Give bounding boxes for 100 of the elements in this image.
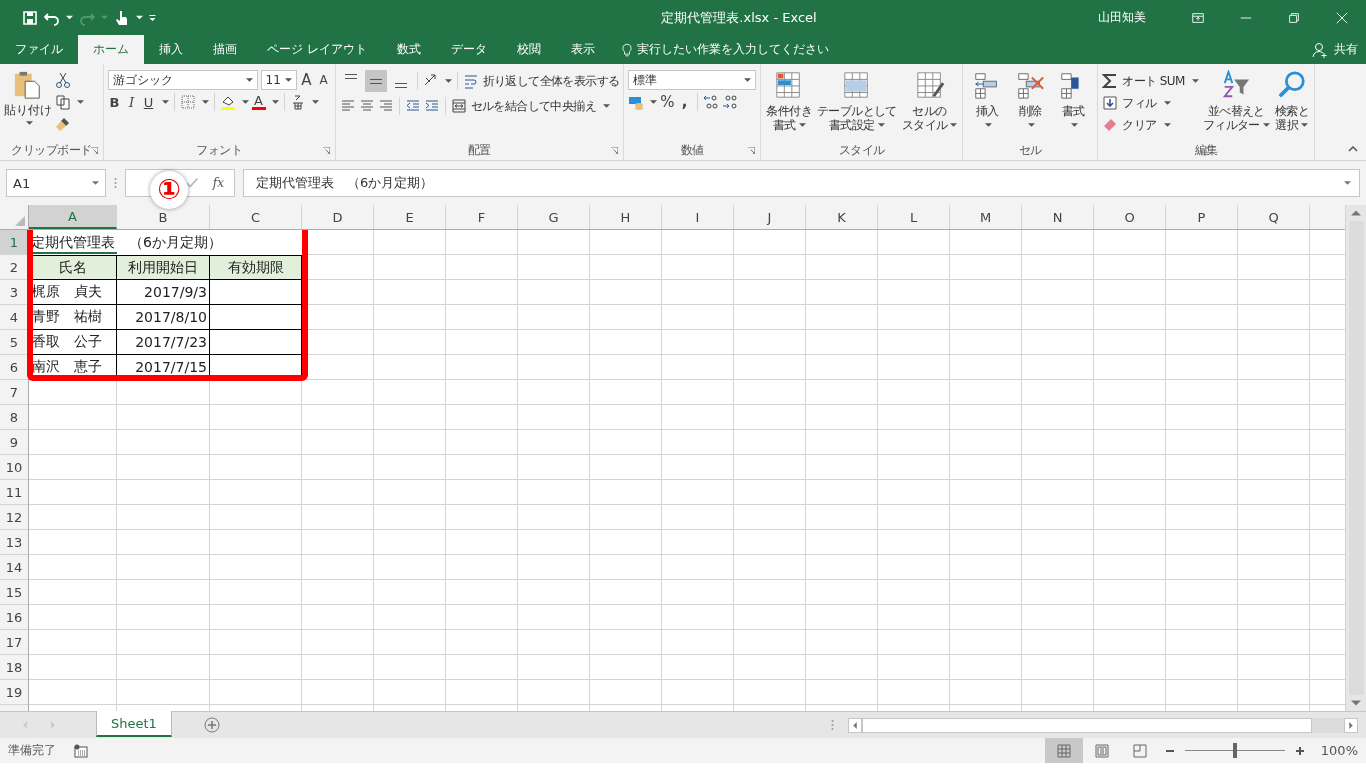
column-header[interactable]: Q (1238, 205, 1310, 229)
ribbon-tab[interactable]: ファイル (0, 35, 78, 64)
column-header[interactable]: B (117, 205, 210, 229)
row-header[interactable]: 9 (0, 430, 28, 455)
row-header[interactable]: 1 (0, 230, 28, 255)
caret-icon[interactable] (201, 99, 209, 105)
caret-icon[interactable] (136, 14, 143, 21)
find-select-button[interactable]: 検索と 選択 (1273, 70, 1310, 140)
column-header[interactable]: K (806, 205, 878, 229)
italic-button[interactable]: I (124, 94, 139, 110)
ribbon-tab[interactable]: 挿入 (144, 35, 198, 64)
row-header[interactable]: 19 (0, 680, 28, 705)
number-format-dropdown[interactable]: 標準 (628, 70, 757, 90)
merge-center-button[interactable]: セルを結合して中央揃え (450, 95, 610, 117)
column-header[interactable]: C (210, 205, 302, 229)
column-header[interactable]: J (734, 205, 806, 229)
column-header[interactable]: N (1022, 205, 1094, 229)
ribbon-tab[interactable]: ページ レイアウト (252, 35, 382, 64)
caret-icon[interactable] (444, 78, 452, 84)
zoom-in-icon[interactable] (1294, 745, 1305, 756)
share-button[interactable]: 共有 (1312, 35, 1366, 64)
restore-icon[interactable] (1287, 10, 1301, 25)
ribbon-display-icon[interactable] (1191, 10, 1205, 25)
decrease-decimal-icon[interactable] (721, 94, 738, 110)
currency-icon[interactable] (628, 94, 645, 110)
row-header[interactable]: 14 (0, 555, 28, 580)
vertical-scrollbar[interactable] (1345, 205, 1366, 711)
ribbon-tab[interactable]: 校閲 (501, 35, 556, 64)
sort-filter-button[interactable]: 並べ替えと フィルター (1201, 70, 1271, 140)
comma-button[interactable]: , (677, 93, 692, 111)
copy-icon[interactable] (55, 94, 71, 110)
column-header[interactable]: E (374, 205, 446, 229)
sheet-tab[interactable]: Sheet1 (96, 711, 172, 737)
row-header[interactable]: 18 (0, 655, 28, 680)
column-header[interactable]: H (590, 205, 662, 229)
scroll-left-icon[interactable] (848, 717, 862, 733)
delete-cells-button[interactable]: 削除 (1010, 70, 1051, 140)
font-name-dropdown[interactable]: 游ゴシック (107, 70, 258, 90)
wrap-text-button[interactable]: 折り返して全体を表示する (462, 70, 620, 92)
caret-icon[interactable] (66, 14, 73, 21)
row-header[interactable]: 13 (0, 530, 28, 555)
caret-icon[interactable] (241, 99, 249, 105)
column-header[interactable]: F (446, 205, 518, 229)
launcher-icon[interactable] (322, 147, 330, 154)
tell-me-field[interactable]: 実行したい作業を入力してください (609, 35, 829, 64)
caret-icon[interactable] (271, 99, 279, 105)
column-header[interactable]: G (518, 205, 590, 229)
column-header[interactable]: M (950, 205, 1022, 229)
ribbon-tab[interactable]: データ (435, 35, 502, 64)
customize-icon[interactable] (149, 14, 156, 21)
fill-color-icon[interactable] (219, 94, 236, 110)
row-header[interactable]: 17 (0, 630, 28, 655)
column-header[interactable]: A (29, 205, 117, 229)
middle-align-button[interactable] (364, 70, 387, 92)
paintbrush-icon[interactable] (55, 116, 71, 132)
caret-icon[interactable] (77, 99, 84, 105)
row-header[interactable]: 7 (0, 380, 28, 405)
percent-button[interactable]: % (660, 93, 675, 111)
save-icon[interactable] (22, 9, 38, 26)
decrease-indent-icon[interactable] (404, 98, 421, 114)
grow-font-button[interactable]: A (299, 71, 314, 89)
column-header[interactable]: L (878, 205, 950, 229)
cell-styles-button[interactable]: セルの スタイル (900, 70, 959, 140)
ribbon-tab[interactable]: 表示 (555, 35, 610, 64)
caret-icon[interactable] (161, 99, 169, 105)
insert-cells-button[interactable]: 挿入 (967, 70, 1008, 140)
row-header[interactable]: 16 (0, 605, 28, 630)
align-right-icon[interactable] (377, 98, 394, 114)
formula-field[interactable]: 定期代管理表 （6か月定期） (243, 169, 1360, 197)
hand-pointer-icon[interactable] (114, 9, 130, 26)
paste-button[interactable]: 貼り付け (4, 70, 52, 140)
row-header[interactable]: 11 (0, 480, 28, 505)
ribbon-tab[interactable]: ホーム (78, 35, 144, 64)
collapse-ribbon-icon[interactable] (1348, 146, 1358, 152)
shrink-font-button[interactable]: A (316, 73, 331, 87)
launcher-icon[interactable] (611, 147, 619, 154)
ribbon-tab[interactable]: 数式 (381, 35, 436, 64)
row-header[interactable]: 4 (0, 305, 28, 330)
format-cells-button[interactable]: 書式 (1053, 70, 1094, 140)
ribbon-tab[interactable]: 描画 (198, 35, 252, 64)
format-as-table-button[interactable]: テーブルとして 書式設定 (815, 70, 898, 140)
caret-icon[interactable] (650, 99, 658, 105)
row-header[interactable]: 8 (0, 405, 28, 430)
increase-indent-icon[interactable] (423, 98, 440, 114)
caret-icon[interactable] (311, 99, 319, 105)
font-size-dropdown[interactable]: 11 (260, 70, 297, 90)
increase-decimal-icon[interactable] (702, 94, 719, 110)
clear-button[interactable]: クリア (1102, 114, 1199, 136)
row-header[interactable]: 5 (0, 330, 28, 355)
row-header[interactable]: 10 (0, 455, 28, 480)
horizontal-scrollbar[interactable] (848, 716, 1358, 734)
row-header[interactable]: 15 (0, 580, 28, 605)
fill-button[interactable]: フィル (1102, 92, 1199, 114)
align-center-icon[interactable] (358, 98, 375, 114)
font-color-button[interactable]: A (251, 94, 266, 110)
zoom-level-text[interactable]: 100% (1320, 743, 1358, 758)
column-header[interactable]: I (662, 205, 734, 229)
grid-view-view-button[interactable] (1044, 738, 1083, 763)
column-header[interactable]: O (1094, 205, 1166, 229)
conditional-format-button[interactable]: 条件付き 書式 (765, 70, 813, 140)
